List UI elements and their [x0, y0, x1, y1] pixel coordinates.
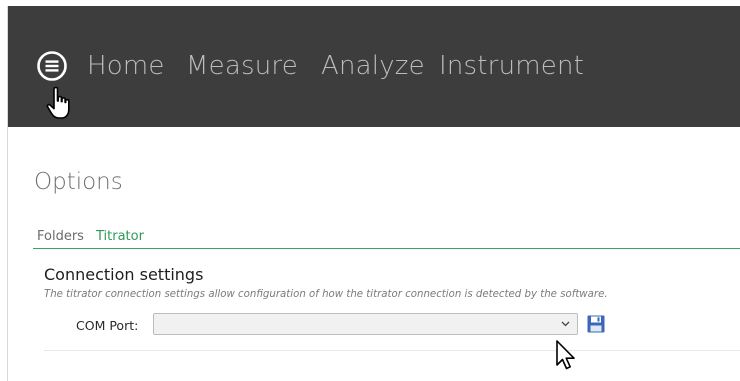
hand-cursor-icon	[46, 86, 70, 119]
nav-measure[interactable]: Measure	[186, 46, 298, 86]
arrow-cursor-icon	[556, 340, 575, 370]
connection-settings-title: Connection settings	[44, 265, 204, 284]
nav-analyze[interactable]: Analyze	[321, 46, 425, 86]
connection-settings-description: The titrator connection settings allow c…	[44, 289, 608, 300]
top-nav-bar: Home Measure Analyze Instrument	[8, 6, 740, 127]
chevron-down-icon	[561, 321, 570, 327]
tab-titrator[interactable]: Titrator	[96, 229, 144, 244]
com-port-select[interactable]	[153, 313, 578, 335]
save-icon[interactable]	[586, 313, 606, 335]
options-page: Home Measure Analyze Instrument Options …	[0, 0, 740, 381]
nav-home[interactable]: Home	[87, 46, 165, 86]
page-title: Options	[34, 169, 123, 195]
com-port-label: COM Port:	[76, 318, 139, 333]
menu-icon	[37, 51, 67, 81]
section-divider	[44, 350, 740, 351]
nav-instrument[interactable]: Instrument	[439, 46, 584, 86]
tab-folders[interactable]: Folders	[37, 229, 84, 244]
tab-underline	[33, 248, 740, 249]
menu-button[interactable]	[32, 46, 72, 86]
